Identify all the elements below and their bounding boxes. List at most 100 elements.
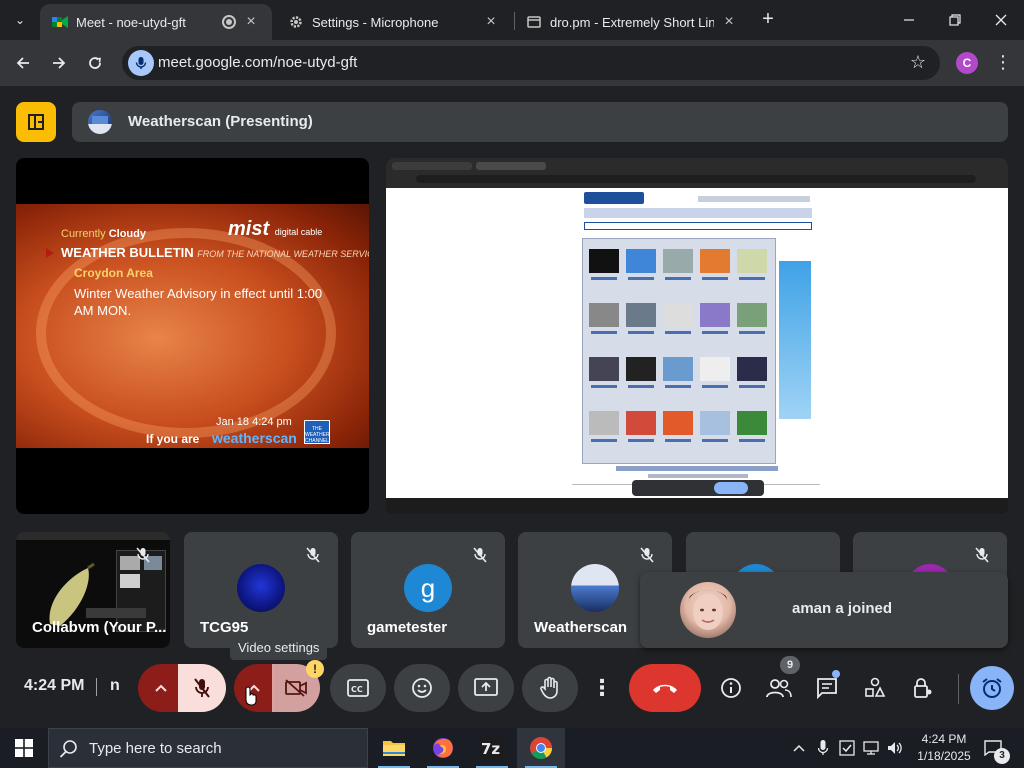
alarm-icon xyxy=(982,678,1002,698)
captions-button[interactable]: CC xyxy=(330,664,386,712)
svg-text:CC: CC xyxy=(351,685,363,694)
close-icon[interactable]: × xyxy=(720,13,738,31)
more-vert-icon[interactable]: ⋮ xyxy=(994,52,1012,73)
firefox-icon[interactable] xyxy=(419,728,467,768)
mic-off-icon xyxy=(194,678,210,698)
shared-thumbnail-caption xyxy=(591,439,617,442)
shared-thumbnail xyxy=(737,249,767,273)
back-button[interactable] xyxy=(10,50,36,76)
layout-icon xyxy=(28,114,44,130)
profile-avatar[interactable]: C xyxy=(956,52,978,74)
pointer-cursor-icon xyxy=(245,686,257,706)
volume-icon[interactable] xyxy=(884,728,906,768)
shared-thumbnail xyxy=(589,357,619,381)
shared-thumbnail-caption xyxy=(739,331,765,334)
tab-label: dro.pm - Extremely Short Links xyxy=(550,14,714,30)
bulletin-advisory: Winter Weather Advisory in effect until … xyxy=(74,286,323,318)
url-text[interactable]: meet.google.com/noe-utyd-gft xyxy=(158,54,357,71)
participant-tile-gametester[interactable]: g gametester xyxy=(351,532,505,648)
people-count-badge: 9 xyxy=(780,656,800,674)
mic-off-icon xyxy=(132,544,154,566)
chevron-up-icon[interactable] xyxy=(788,728,810,768)
shared-thumbnail xyxy=(663,303,693,327)
tab-search-button[interactable]: ⌄ xyxy=(8,8,32,32)
reload-icon xyxy=(89,57,101,69)
network-icon[interactable] xyxy=(860,728,882,768)
start-button[interactable] xyxy=(0,728,48,768)
7zip-icon[interactable]: 7z xyxy=(468,728,516,768)
leave-call-button[interactable] xyxy=(629,664,701,712)
present-screen-button[interactable] xyxy=(458,664,514,712)
arrow-right-icon xyxy=(53,57,66,69)
tagline-brand: weatherscan xyxy=(212,430,297,446)
close-window-button[interactable] xyxy=(978,0,1024,40)
shared-thumbnail-caption xyxy=(628,331,654,334)
meeting-details-button[interactable] xyxy=(711,664,751,712)
shared-thumbnail xyxy=(737,411,767,435)
shared-thumbnail xyxy=(626,357,656,381)
tab-settings-microphone[interactable]: Settings - Microphone × xyxy=(276,4,512,40)
browser-toolbar: meet.google.com/noe-utyd-gft ☆ C ⋮ xyxy=(0,40,1024,86)
mic-off-icon xyxy=(636,544,658,566)
emoji-icon xyxy=(412,678,432,698)
more-options-button[interactable]: ⋮ xyxy=(582,664,622,712)
participant-avatar: g xyxy=(404,564,452,612)
participant-tile-collabvm[interactable]: Collabvm (Your P... xyxy=(16,532,170,648)
taskbar-clock[interactable]: 4:24 PM 1/18/2025 xyxy=(914,731,974,765)
new-tab-button[interactable]: + xyxy=(758,9,778,30)
tab-meet[interactable]: Meet - noe-utyd-gft × xyxy=(40,4,272,40)
captions-icon: CC xyxy=(347,679,369,697)
close-icon[interactable]: × xyxy=(482,13,500,31)
reactions-button[interactable] xyxy=(394,664,450,712)
timer-button[interactable] xyxy=(970,666,1014,710)
presenting-banner[interactable]: Weatherscan (Presenting) xyxy=(72,102,1008,142)
restore-button[interactable] xyxy=(932,0,978,40)
minimize-button[interactable] xyxy=(886,0,932,40)
star-icon[interactable]: ☆ xyxy=(910,52,926,73)
participant-tile-tcg95[interactable]: TCG95 xyxy=(184,532,338,648)
chrome-icon[interactable] xyxy=(517,728,565,768)
tab-dro-pm[interactable]: dro.pm - Extremely Short Links × xyxy=(514,4,750,40)
shared-thumbnail xyxy=(626,249,656,273)
activities-button[interactable] xyxy=(855,664,895,712)
close-icon[interactable]: × xyxy=(242,13,260,31)
shared-thumbnail-grid xyxy=(582,238,776,464)
toggle-microphone-button[interactable] xyxy=(178,664,226,712)
browser-tab-strip: ⌄ Meet - noe-utyd-gft × Settings - Micro… xyxy=(0,0,1024,40)
shared-thumbnail-caption xyxy=(665,385,691,388)
chat-unread-dot xyxy=(832,670,840,678)
shared-page xyxy=(386,188,1008,498)
screen-share-tile[interactable] xyxy=(386,158,1008,514)
chat-button[interactable] xyxy=(807,664,847,712)
tagline-prefix: If you are xyxy=(146,432,200,446)
shared-thumbnail-caption xyxy=(628,385,654,388)
windows-logo-icon xyxy=(15,739,33,757)
microphone-icon[interactable] xyxy=(812,728,834,768)
microphone-in-use-icon[interactable] xyxy=(128,50,154,76)
security-icon[interactable] xyxy=(836,728,858,768)
mic-off-icon xyxy=(469,544,491,566)
file-explorer-icon[interactable] xyxy=(370,728,418,768)
tab-label: Settings - Microphone xyxy=(312,14,439,30)
shared-thumbnail-caption xyxy=(702,331,728,334)
shared-thumbnail-caption xyxy=(591,331,617,334)
tab-label: Meet - noe-utyd-gft xyxy=(76,14,186,30)
address-bar[interactable]: meet.google.com/noe-utyd-gft ☆ xyxy=(122,46,940,80)
shared-thumbnail-caption xyxy=(702,385,728,388)
shared-thumbnail-caption xyxy=(702,277,728,280)
change-layout-button[interactable] xyxy=(16,102,56,142)
bulletin-area: Croydon Area xyxy=(74,266,153,280)
presenting-label: Weatherscan (Presenting) xyxy=(128,113,313,130)
google-meet-icon xyxy=(52,14,68,30)
forward-button[interactable] xyxy=(46,50,72,76)
shared-thumbnail xyxy=(589,411,619,435)
shared-thumbnail xyxy=(626,411,656,435)
taskbar-search-box[interactable]: Type here to search xyxy=(48,728,368,768)
raise-hand-button[interactable] xyxy=(522,664,578,712)
recording-icon xyxy=(222,15,236,29)
reload-button[interactable] xyxy=(82,50,108,76)
weatherscan-video-tile[interactable]: Currently Cloudy mist digital cable WEAT… xyxy=(16,158,369,514)
video-settings-tooltip: Video settings xyxy=(230,636,328,660)
host-controls-button[interactable] xyxy=(903,664,943,712)
shared-thumbnail-caption xyxy=(628,277,654,280)
